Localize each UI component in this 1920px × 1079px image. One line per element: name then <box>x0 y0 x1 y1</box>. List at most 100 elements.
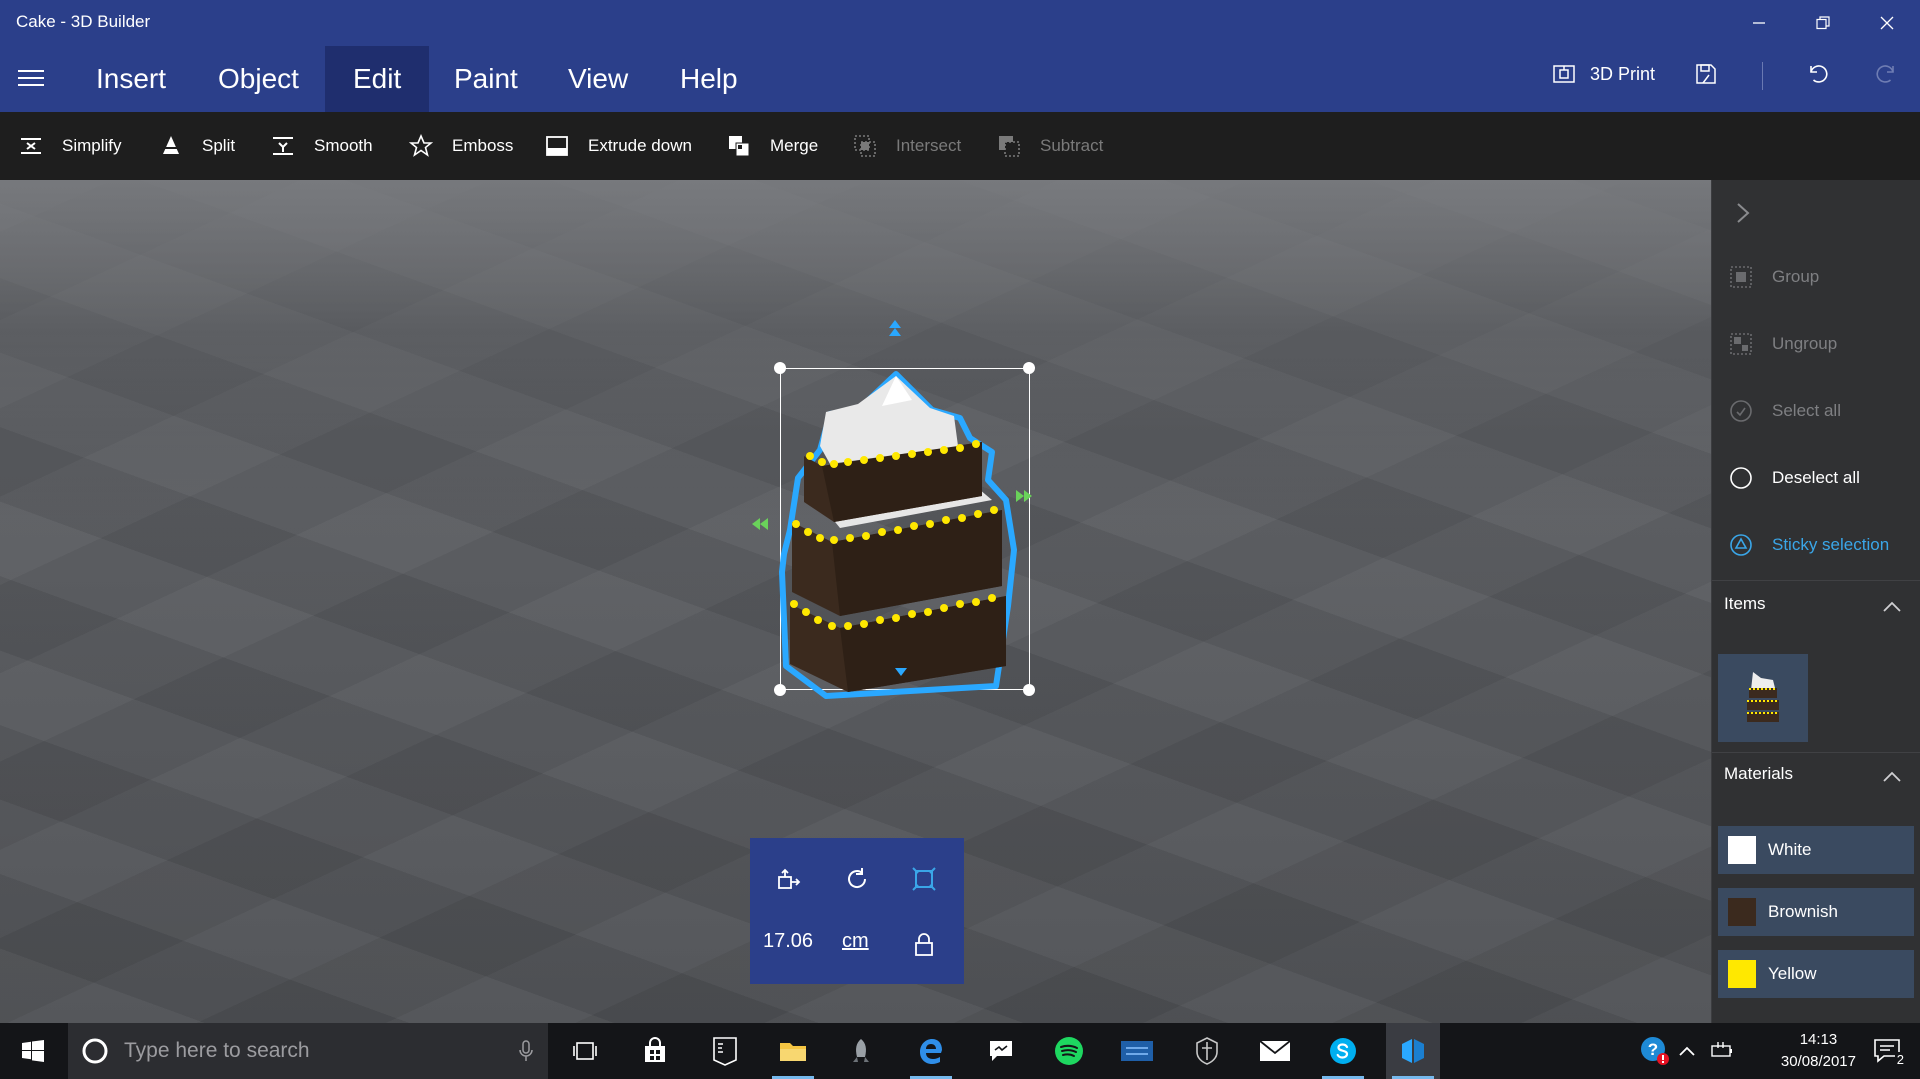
power-tray-button[interactable] <box>1704 1023 1740 1079</box>
save-icon <box>1696 64 1716 84</box>
mail-app-button[interactable] <box>1248 1023 1302 1079</box>
action-center-button[interactable]: 2 <box>1862 1023 1916 1079</box>
items-collapse-chevron-icon[interactable] <box>1882 600 1902 614</box>
minimize-icon <box>1753 22 1765 24</box>
epic-games-icon <box>713 1037 737 1066</box>
rotate-down-arrow-icon[interactable] <box>893 664 909 680</box>
scale-icon <box>912 867 936 891</box>
simplify-button[interactable]: Simplify <box>18 112 122 180</box>
taskbar-search-box[interactable]: Type here to search <box>68 1023 548 1079</box>
start-button[interactable] <box>6 1023 60 1079</box>
sticky-selection-icon <box>1728 532 1754 558</box>
deselect-all-button[interactable]: Deselect all <box>1728 465 1860 491</box>
merge-button[interactable]: Merge <box>726 112 818 180</box>
tab-insert[interactable]: Insert <box>68 46 194 112</box>
star-icon <box>408 133 434 159</box>
section-divider <box>1712 752 1920 753</box>
material-white-label: White <box>1768 840 1812 859</box>
game-launcher-button[interactable] <box>1110 1023 1164 1079</box>
world-of-warships-button[interactable] <box>1180 1023 1234 1079</box>
select-all-label: Select all <box>1772 401 1841 420</box>
material-yellow[interactable]: Yellow <box>1718 950 1914 998</box>
items-section-title: Items <box>1724 594 1766 613</box>
svg-text:?: ? <box>1648 1040 1658 1059</box>
spotify-button[interactable] <box>1042 1023 1096 1079</box>
3d-builder-taskbar-button[interactable] <box>1386 1023 1440 1079</box>
move-left-arrow-icon[interactable] <box>750 516 770 532</box>
tab-view[interactable]: View <box>540 46 656 112</box>
rocket-icon <box>853 1039 869 1062</box>
hamburger-menu-icon[interactable] <box>18 70 44 88</box>
collapse-panel-chevron-icon[interactable] <box>1736 202 1750 224</box>
materials-collapse-chevron-icon[interactable] <box>1882 770 1902 784</box>
messaging-app-button[interactable] <box>974 1023 1028 1079</box>
emboss-button[interactable]: Emboss <box>408 112 513 180</box>
lock-proportions-button[interactable] <box>899 920 949 970</box>
select-all-button[interactable]: Select all <box>1728 398 1841 424</box>
file-explorer-button[interactable] <box>766 1023 820 1079</box>
undo-button[interactable] <box>1806 62 1830 86</box>
material-white[interactable]: White <box>1718 826 1914 874</box>
search-placeholder: Type here to search <box>124 1039 310 1062</box>
tab-edit[interactable]: Edit <box>325 46 430 112</box>
move-up-arrow-icon[interactable] <box>887 318 903 340</box>
subtract-button[interactable]: Subtract <box>996 112 1103 180</box>
intersect-button[interactable]: Intersect <box>852 112 961 180</box>
material-brownish[interactable]: Brownish <box>1718 888 1914 936</box>
sticky-selection-toggle[interactable]: Sticky selection <box>1728 532 1889 558</box>
header-divider <box>1762 62 1763 90</box>
skype-icon <box>1330 1038 1356 1064</box>
3d-print-label: 3D Print <box>1590 63 1656 84</box>
tab-object[interactable]: Object <box>190 46 327 112</box>
task-view-button[interactable] <box>558 1023 612 1079</box>
taskbar-clock[interactable]: 14:13 30/08/2017 <box>1781 1029 1856 1073</box>
smooth-button[interactable]: Smooth <box>270 112 373 180</box>
clock-time: 14:13 <box>1799 1031 1838 1048</box>
move-tool-button[interactable] <box>764 854 814 904</box>
split-button[interactable]: Split <box>158 112 235 180</box>
rotate-tool-button[interactable] <box>832 854 882 904</box>
store-bag-icon <box>645 1037 665 1062</box>
size-value[interactable]: 17.06 <box>763 930 813 953</box>
chevron-up-icon <box>1679 1046 1695 1056</box>
minimize-button[interactable] <box>1736 8 1782 38</box>
move-right-arrow-icon[interactable] <box>1014 488 1034 504</box>
redo-button[interactable] <box>1874 62 1898 86</box>
move-icon <box>778 868 801 889</box>
show-hidden-icons-button[interactable] <box>1670 1023 1704 1079</box>
ungroup-button[interactable]: Ungroup <box>1728 331 1837 357</box>
material-yellow-label: Yellow <box>1768 964 1817 983</box>
scale-tool-button[interactable] <box>899 854 949 904</box>
app-header: Cake - 3D Builder Insert Object Edit Pai… <box>0 0 1920 112</box>
warships-emblem-icon <box>1196 1037 1218 1065</box>
extrude-down-button[interactable]: Extrude down <box>544 112 692 180</box>
emboss-label: Emboss <box>452 136 514 155</box>
window-title: Cake - 3D Builder <box>16 12 151 31</box>
tab-paint[interactable]: Paint <box>426 46 546 112</box>
lock-icon <box>915 933 933 956</box>
printer-3d-icon <box>1553 65 1575 83</box>
group-button[interactable]: Group <box>1728 264 1819 290</box>
folder-icon <box>780 1043 806 1061</box>
white-swatch <box>1728 836 1756 864</box>
3d-print-button[interactable]: 3D Print <box>1552 62 1655 86</box>
ungroup-icon <box>1728 331 1754 357</box>
section-divider <box>1712 580 1920 581</box>
unit-selector[interactable]: cm <box>842 930 869 953</box>
split-label: Split <box>202 136 236 155</box>
game-launcher-icon <box>1121 1041 1153 1061</box>
store-app-button[interactable] <box>628 1023 682 1079</box>
skype-button[interactable] <box>1316 1023 1370 1079</box>
close-button[interactable] <box>1864 8 1910 38</box>
restore-button[interactable] <box>1800 8 1846 38</box>
epic-games-button[interactable] <box>698 1023 752 1079</box>
chat-bubble-icon <box>990 1041 1012 1061</box>
extrude-down-icon <box>544 133 570 159</box>
tab-help[interactable]: Help <box>652 46 766 112</box>
edge-browser-button[interactable] <box>904 1023 958 1079</box>
save-button[interactable] <box>1694 62 1718 86</box>
item-thumbnail-cake[interactable] <box>1718 654 1808 742</box>
brownish-swatch <box>1728 898 1756 926</box>
cake-3d-model[interactable] <box>770 360 1040 700</box>
rocket-app-button[interactable] <box>834 1023 888 1079</box>
